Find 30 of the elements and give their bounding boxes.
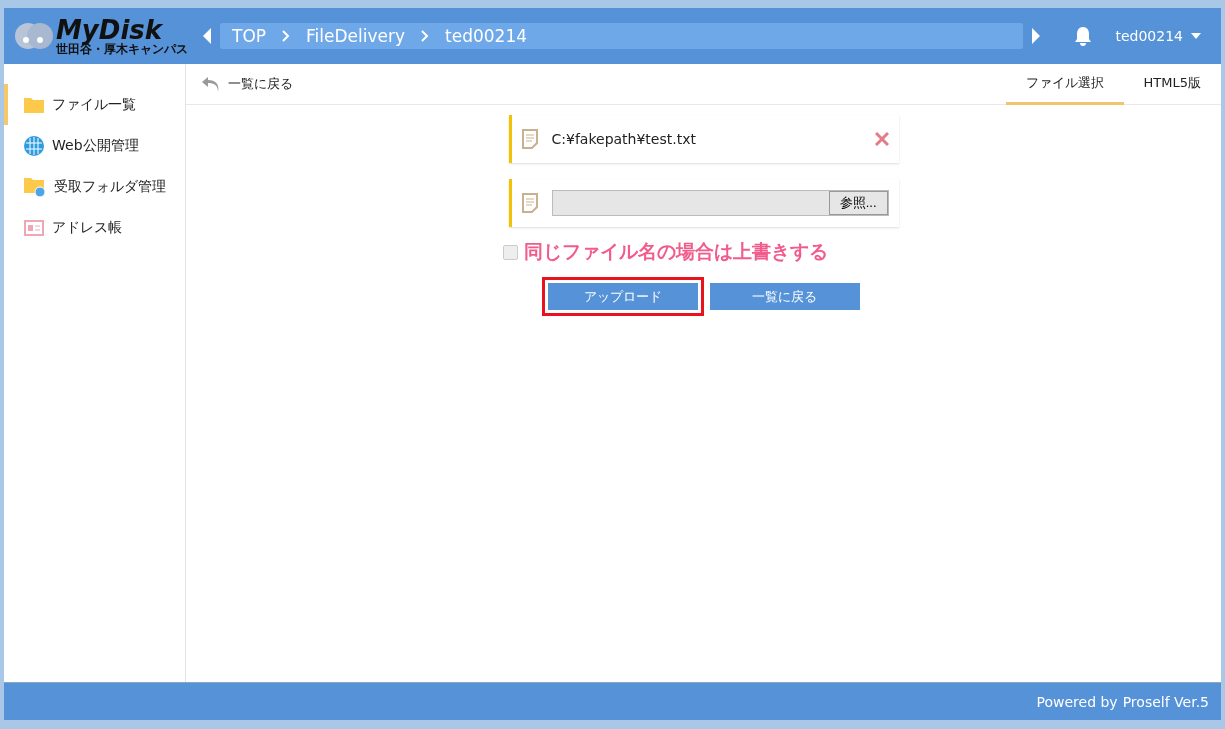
back-link[interactable]: 一覧に戻る	[228, 75, 293, 93]
document-icon	[521, 129, 538, 149]
checkbox[interactable]	[502, 244, 518, 260]
globe-icon	[24, 135, 44, 156]
left-arrow-icon[interactable]	[202, 28, 212, 44]
folder-icon	[24, 96, 44, 113]
file-input[interactable]: 参照...	[551, 190, 889, 216]
tab[interactable]: HTML5版	[1123, 63, 1221, 105]
chevron-icon	[421, 30, 430, 42]
file-path: C:¥fakepath¥test.txt	[551, 131, 697, 147]
sidebar-item[interactable]: Web公開管理	[4, 125, 185, 166]
sidebar-label[interactable]: 受取フォルダ管理	[54, 177, 166, 196]
sidebar-item[interactable]: アドレス帳	[4, 207, 185, 248]
sidebar-item[interactable]: ファイル一覧	[4, 84, 185, 125]
sidebar-label[interactable]: ファイル一覧	[52, 95, 136, 114]
browse-button[interactable]: 参照...	[828, 191, 888, 215]
footer-text: Powered by	[1036, 693, 1118, 710]
chevron-icon	[282, 30, 291, 42]
caret-icon[interactable]	[1191, 33, 1201, 39]
close-icon[interactable]	[874, 132, 889, 146]
sidebar-label[interactable]: Web公開管理	[52, 136, 139, 155]
contact-card-icon	[24, 219, 44, 236]
logo-title: MyDisk	[56, 17, 163, 43]
tab[interactable]: ファイル選択	[1005, 63, 1124, 105]
bell-icon[interactable]	[1073, 26, 1094, 46]
folder-globe-icon	[24, 176, 46, 197]
sidebar-label[interactable]: アドレス帳	[52, 218, 122, 237]
right-arrow-icon[interactable]	[1031, 28, 1042, 44]
document-icon	[521, 193, 538, 213]
sidebar-item[interactable]: 受取フォルダ管理	[4, 166, 185, 207]
